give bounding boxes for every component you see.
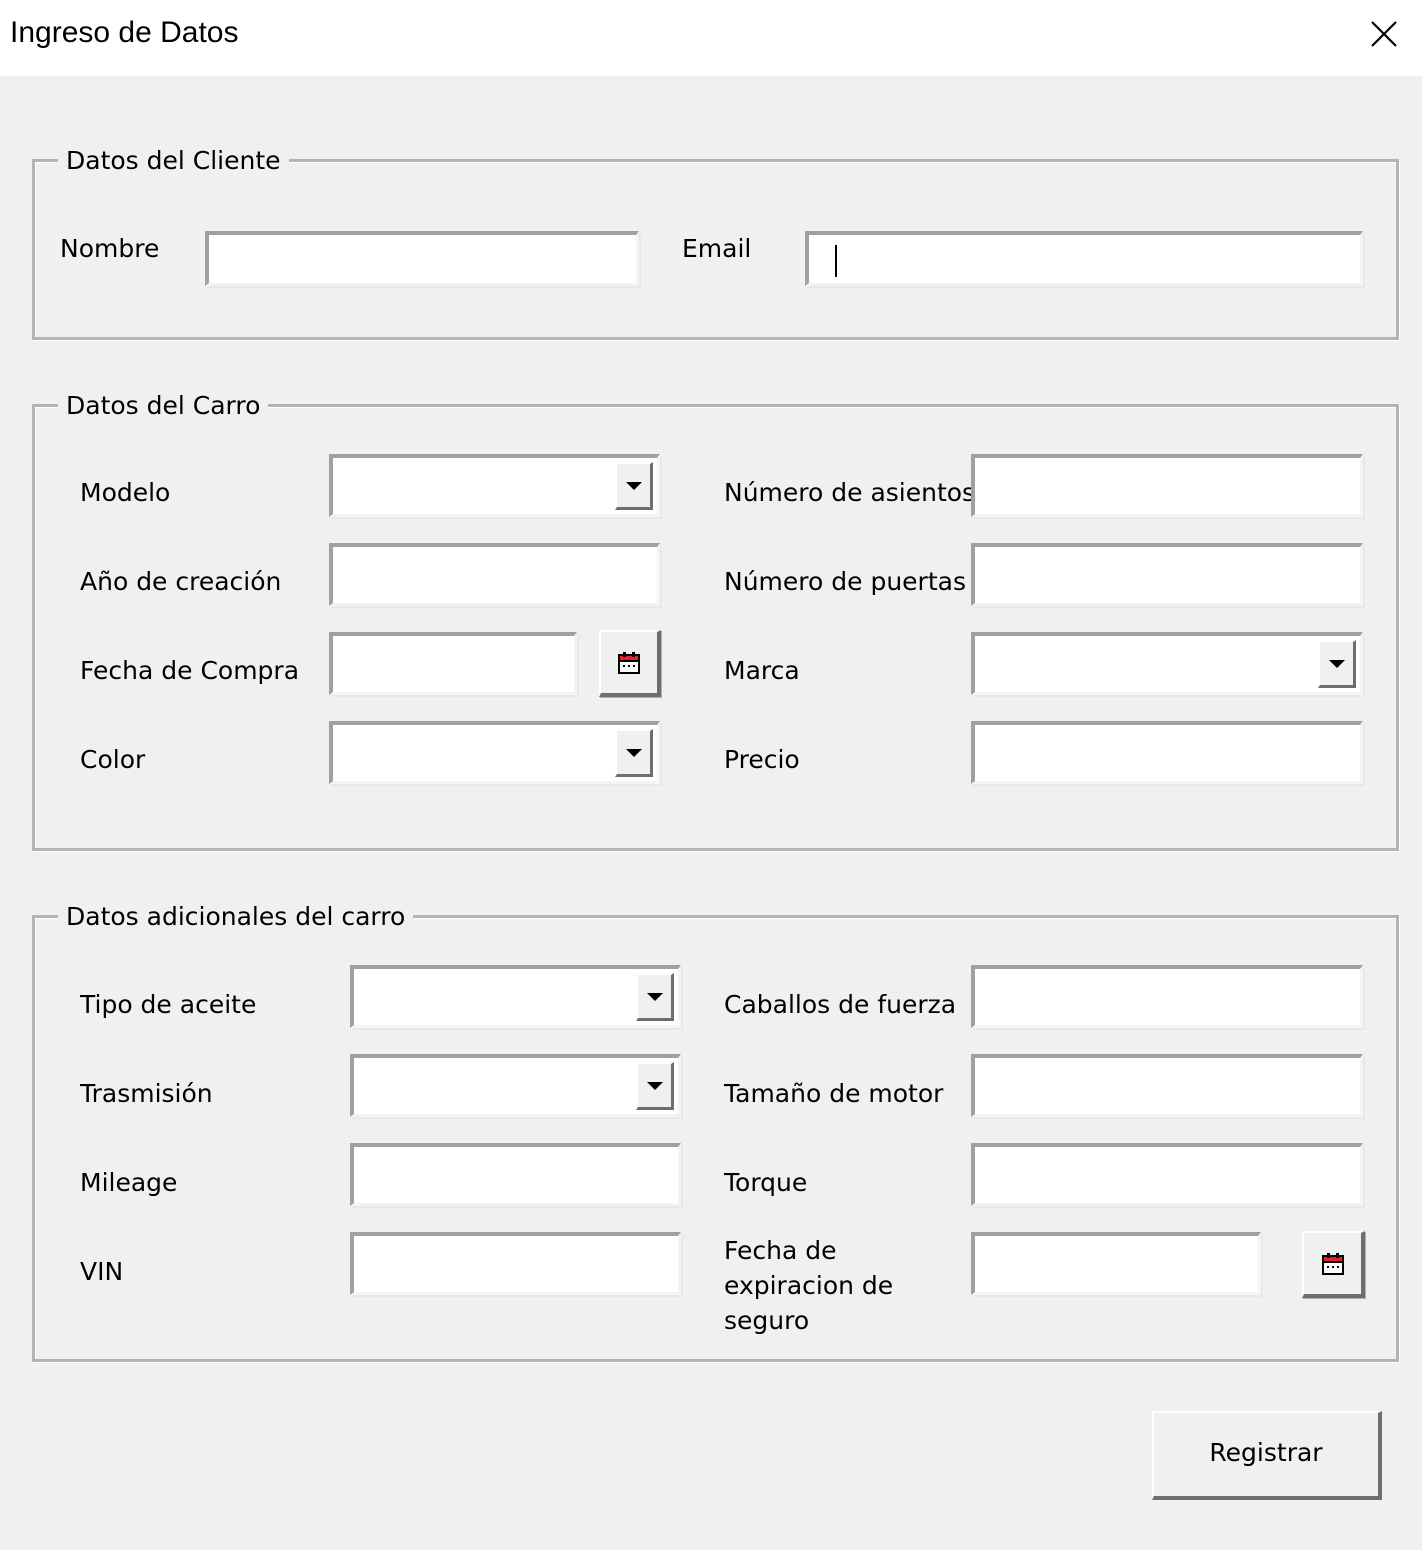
seguro-label: Fecha de expiracion de seguro bbox=[724, 1236, 894, 1335]
fecha-compra-field[interactable] bbox=[329, 632, 577, 695]
aceite-dropdown-button[interactable] bbox=[636, 973, 674, 1021]
motor-input[interactable] bbox=[975, 1058, 1360, 1114]
aceite-label: Tipo de aceite bbox=[80, 990, 257, 1019]
mileage-input[interactable] bbox=[354, 1147, 678, 1203]
registrar-button[interactable]: Registrar bbox=[1152, 1411, 1382, 1500]
color-label: Color bbox=[80, 745, 146, 774]
fecha-compra-calendar-button[interactable] bbox=[599, 630, 661, 697]
asientos-input[interactable] bbox=[975, 458, 1360, 514]
marca-input[interactable] bbox=[975, 636, 1360, 692]
precio-field[interactable] bbox=[971, 721, 1363, 784]
anio-field[interactable] bbox=[329, 543, 660, 606]
nombre-label: Nombre bbox=[60, 234, 160, 263]
nombre-field[interactable] bbox=[205, 231, 639, 286]
puertas-label: Número de puertas bbox=[724, 567, 966, 596]
marca-dropdown-button[interactable] bbox=[1318, 640, 1356, 688]
asientos-field[interactable] bbox=[971, 454, 1363, 517]
aceite-input[interactable] bbox=[354, 969, 678, 1025]
trasmision-dropdown-button[interactable] bbox=[636, 1062, 674, 1110]
cliente-legend: Datos del Cliente bbox=[58, 145, 289, 177]
vin-label: VIN bbox=[80, 1257, 124, 1286]
torque-input[interactable] bbox=[975, 1147, 1360, 1203]
calendar-icon bbox=[618, 651, 640, 674]
email-input[interactable] bbox=[809, 235, 1360, 283]
mileage-field[interactable] bbox=[350, 1143, 681, 1206]
fecha-compra-input[interactable] bbox=[333, 636, 574, 692]
modelo-input[interactable] bbox=[333, 458, 657, 514]
chevron-down-icon bbox=[1328, 659, 1345, 668]
calendar-icon bbox=[1321, 1252, 1344, 1275]
torque-label: Torque bbox=[724, 1168, 808, 1197]
marca-label: Marca bbox=[724, 656, 800, 685]
mileage-label: Mileage bbox=[80, 1168, 178, 1197]
caballos-input[interactable] bbox=[975, 969, 1360, 1025]
precio-label: Precio bbox=[724, 745, 800, 774]
puertas-input[interactable] bbox=[975, 547, 1360, 603]
fecha-compra-label: Fecha de Compra bbox=[80, 656, 300, 685]
motor-label: Tamaño de motor bbox=[724, 1079, 944, 1108]
modelo-combobox[interactable] bbox=[329, 454, 660, 517]
modelo-dropdown-button[interactable] bbox=[615, 462, 653, 510]
anio-input[interactable] bbox=[333, 547, 657, 603]
text-caret bbox=[835, 245, 837, 277]
color-input[interactable] bbox=[333, 725, 657, 781]
aceite-combobox[interactable] bbox=[350, 965, 681, 1028]
carro-legend: Datos del Carro bbox=[58, 390, 269, 422]
modelo-label: Modelo bbox=[80, 478, 171, 507]
chevron-down-icon bbox=[625, 481, 642, 490]
puertas-field[interactable] bbox=[971, 543, 1363, 606]
email-label: Email bbox=[682, 234, 752, 263]
color-dropdown-button[interactable] bbox=[615, 729, 653, 777]
window-title: Ingreso de Datos bbox=[10, 16, 239, 49]
torque-field[interactable] bbox=[971, 1143, 1363, 1206]
seguro-calendar-button[interactable] bbox=[1302, 1231, 1365, 1298]
trasmision-combobox[interactable] bbox=[350, 1054, 681, 1117]
chevron-down-icon bbox=[646, 992, 663, 1001]
vin-input[interactable] bbox=[354, 1236, 678, 1292]
trasmision-label: Trasmisión bbox=[80, 1079, 213, 1108]
caballos-field[interactable] bbox=[971, 965, 1363, 1028]
chevron-down-icon bbox=[646, 1081, 663, 1090]
registrar-button-label: Registrar bbox=[1209, 1438, 1323, 1467]
marca-combobox[interactable] bbox=[971, 632, 1363, 695]
vin-field[interactable] bbox=[350, 1232, 681, 1295]
precio-input[interactable] bbox=[975, 725, 1360, 781]
chevron-down-icon bbox=[625, 748, 642, 757]
nombre-input[interactable] bbox=[209, 235, 636, 283]
anio-label: Año de creación bbox=[80, 567, 282, 596]
trasmision-input[interactable] bbox=[354, 1058, 678, 1114]
motor-field[interactable] bbox=[971, 1054, 1363, 1117]
seguro-field[interactable] bbox=[971, 1232, 1261, 1295]
adicionales-legend: Datos adicionales del carro bbox=[58, 901, 414, 933]
seguro-input[interactable] bbox=[975, 1236, 1258, 1292]
close-icon[interactable] bbox=[1362, 12, 1406, 56]
email-field[interactable] bbox=[805, 231, 1363, 286]
color-combobox[interactable] bbox=[329, 721, 660, 784]
asientos-label: Número de asientos bbox=[724, 478, 976, 507]
title-bar: Ingreso de Datos bbox=[0, 0, 1422, 76]
caballos-label: Caballos de fuerza bbox=[724, 990, 957, 1019]
